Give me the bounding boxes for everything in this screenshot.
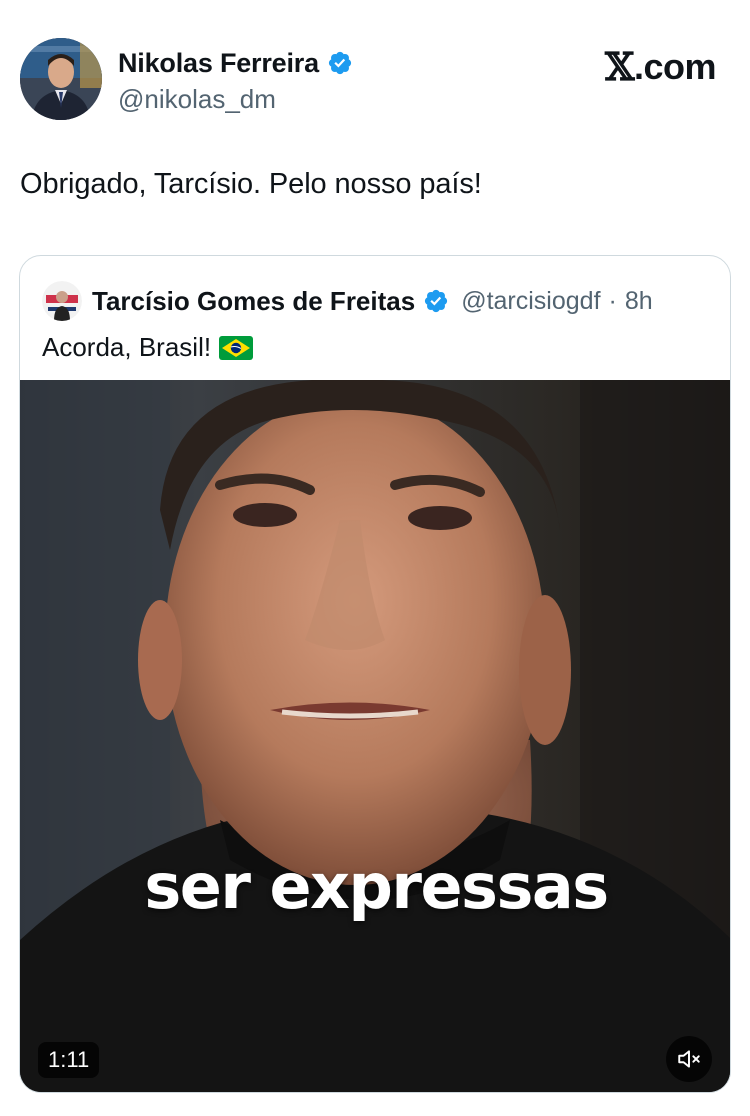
x-logo-icon: 𝕏 [604, 44, 634, 89]
quoted-author-avatar[interactable] [42, 281, 82, 321]
verified-badge-icon [423, 288, 449, 314]
brazil-flag-icon [219, 335, 254, 360]
quoted-author-name[interactable]: Tarcísio Gomes de Freitas [92, 286, 415, 317]
mute-button[interactable] [666, 1036, 712, 1082]
brand-suffix: .com [633, 45, 717, 87]
speaker-muted-icon [678, 1050, 700, 1068]
verified-badge-icon [327, 50, 353, 76]
author-avatar[interactable] [20, 38, 102, 120]
quoted-tweet-header: Tarcísio Gomes de Freitas @tarcisiogdf ·… [42, 281, 653, 321]
quoted-author-handle[interactable]: @tarcisiogdf [461, 287, 600, 316]
tweet-header: Nikolas Ferreira @nikolas_dm 𝕏 .com [20, 38, 730, 122]
quoted-tweet-text: Acorda, Brasil! [42, 332, 254, 363]
video-duration-badge: 1:11 [38, 1042, 100, 1078]
tweet-text: Obrigado, Tarcísio. Pelo nosso país! [20, 168, 482, 200]
separator-dot: · [608, 286, 617, 315]
video-caption: ser expressas [144, 850, 609, 923]
author-handle[interactable]: @nikolas_dm [118, 84, 353, 115]
video-player[interactable]: ser expressas 1:11 [20, 380, 730, 1092]
quoted-tweet-time[interactable]: 8h [625, 287, 653, 316]
video-frame [20, 380, 730, 1092]
author-info: Nikolas Ferreira @nikolas_dm [118, 46, 353, 115]
quoted-tweet-text-content: Acorda, Brasil! [42, 332, 212, 362]
quoted-tweet-card[interactable]: Tarcísio Gomes de Freitas @tarcisiogdf ·… [19, 255, 731, 1093]
author-avatar-image [20, 38, 102, 120]
author-name[interactable]: Nikolas Ferreira [118, 48, 319, 79]
x-com-logo: 𝕏 .com [604, 44, 717, 89]
